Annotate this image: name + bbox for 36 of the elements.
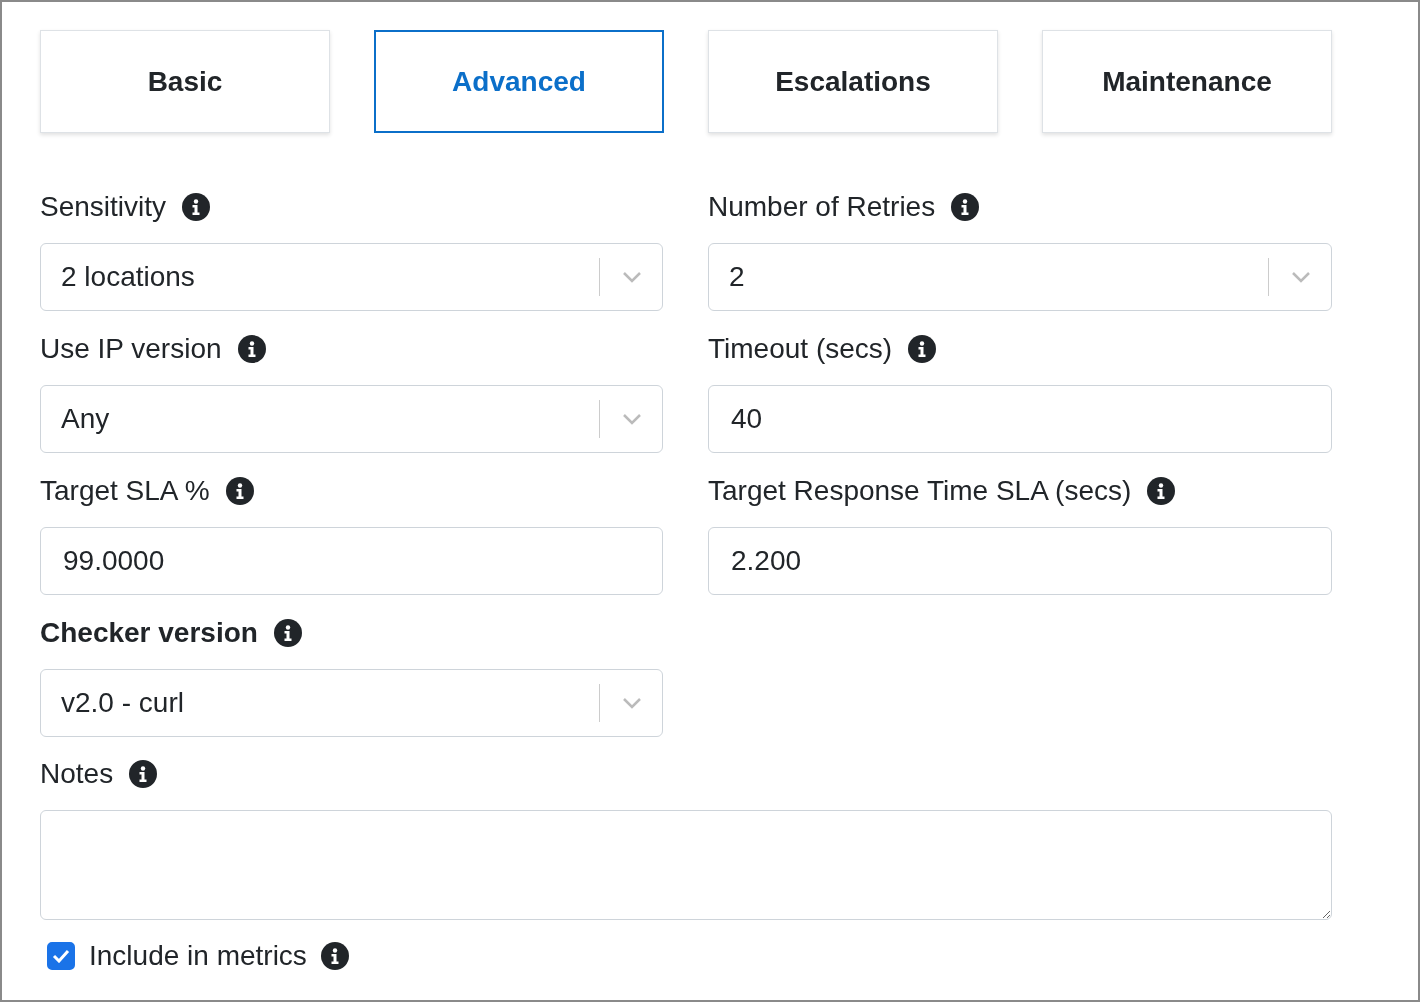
chevron-down-icon [622, 271, 642, 283]
input-field[interactable]: 99.0000 [40, 527, 663, 595]
info-icon [182, 193, 211, 221]
info-icon [1147, 477, 1176, 505]
field-label: Target Response Time SLA (secs) [708, 475, 1132, 507]
info-icon [320, 942, 349, 970]
select-field[interactable]: v2.0 - curl [40, 669, 663, 737]
input-field[interactable]: 2.200 [708, 527, 1332, 595]
field-label: Checker version [40, 617, 258, 649]
tab[interactable]: Basic [40, 30, 330, 133]
info-icon [908, 335, 937, 363]
checkbox[interactable] [47, 942, 75, 970]
select-field[interactable]: 2 locations [40, 243, 663, 311]
chevron-down-icon [622, 413, 642, 425]
info-icon [225, 477, 254, 505]
tab[interactable]: Escalations [708, 30, 998, 133]
tab[interactable]: Maintenance [1042, 30, 1332, 133]
checkbox-label: Include in metrics [89, 940, 307, 972]
info-icon [129, 760, 158, 788]
info-icon [951, 193, 980, 221]
info-icon [237, 335, 266, 363]
field-label: Use IP version [40, 333, 222, 365]
tab[interactable]: Advanced [374, 30, 664, 133]
info-icon [273, 619, 302, 647]
field-label: Sensitivity [40, 191, 167, 223]
notes-field[interactable] [40, 810, 1332, 920]
select-field[interactable]: 2 [708, 243, 1332, 311]
field-label: Timeout (secs) [708, 333, 893, 365]
input-field[interactable]: 40 [708, 385, 1332, 453]
chevron-down-icon [622, 697, 642, 709]
field-label: Notes [40, 758, 114, 790]
field-label: Number of Retries [708, 191, 936, 223]
field-label: Target SLA % [40, 475, 210, 507]
chevron-down-icon [1291, 271, 1311, 283]
select-field[interactable]: Any [40, 385, 663, 453]
checkmark-icon [52, 949, 70, 963]
